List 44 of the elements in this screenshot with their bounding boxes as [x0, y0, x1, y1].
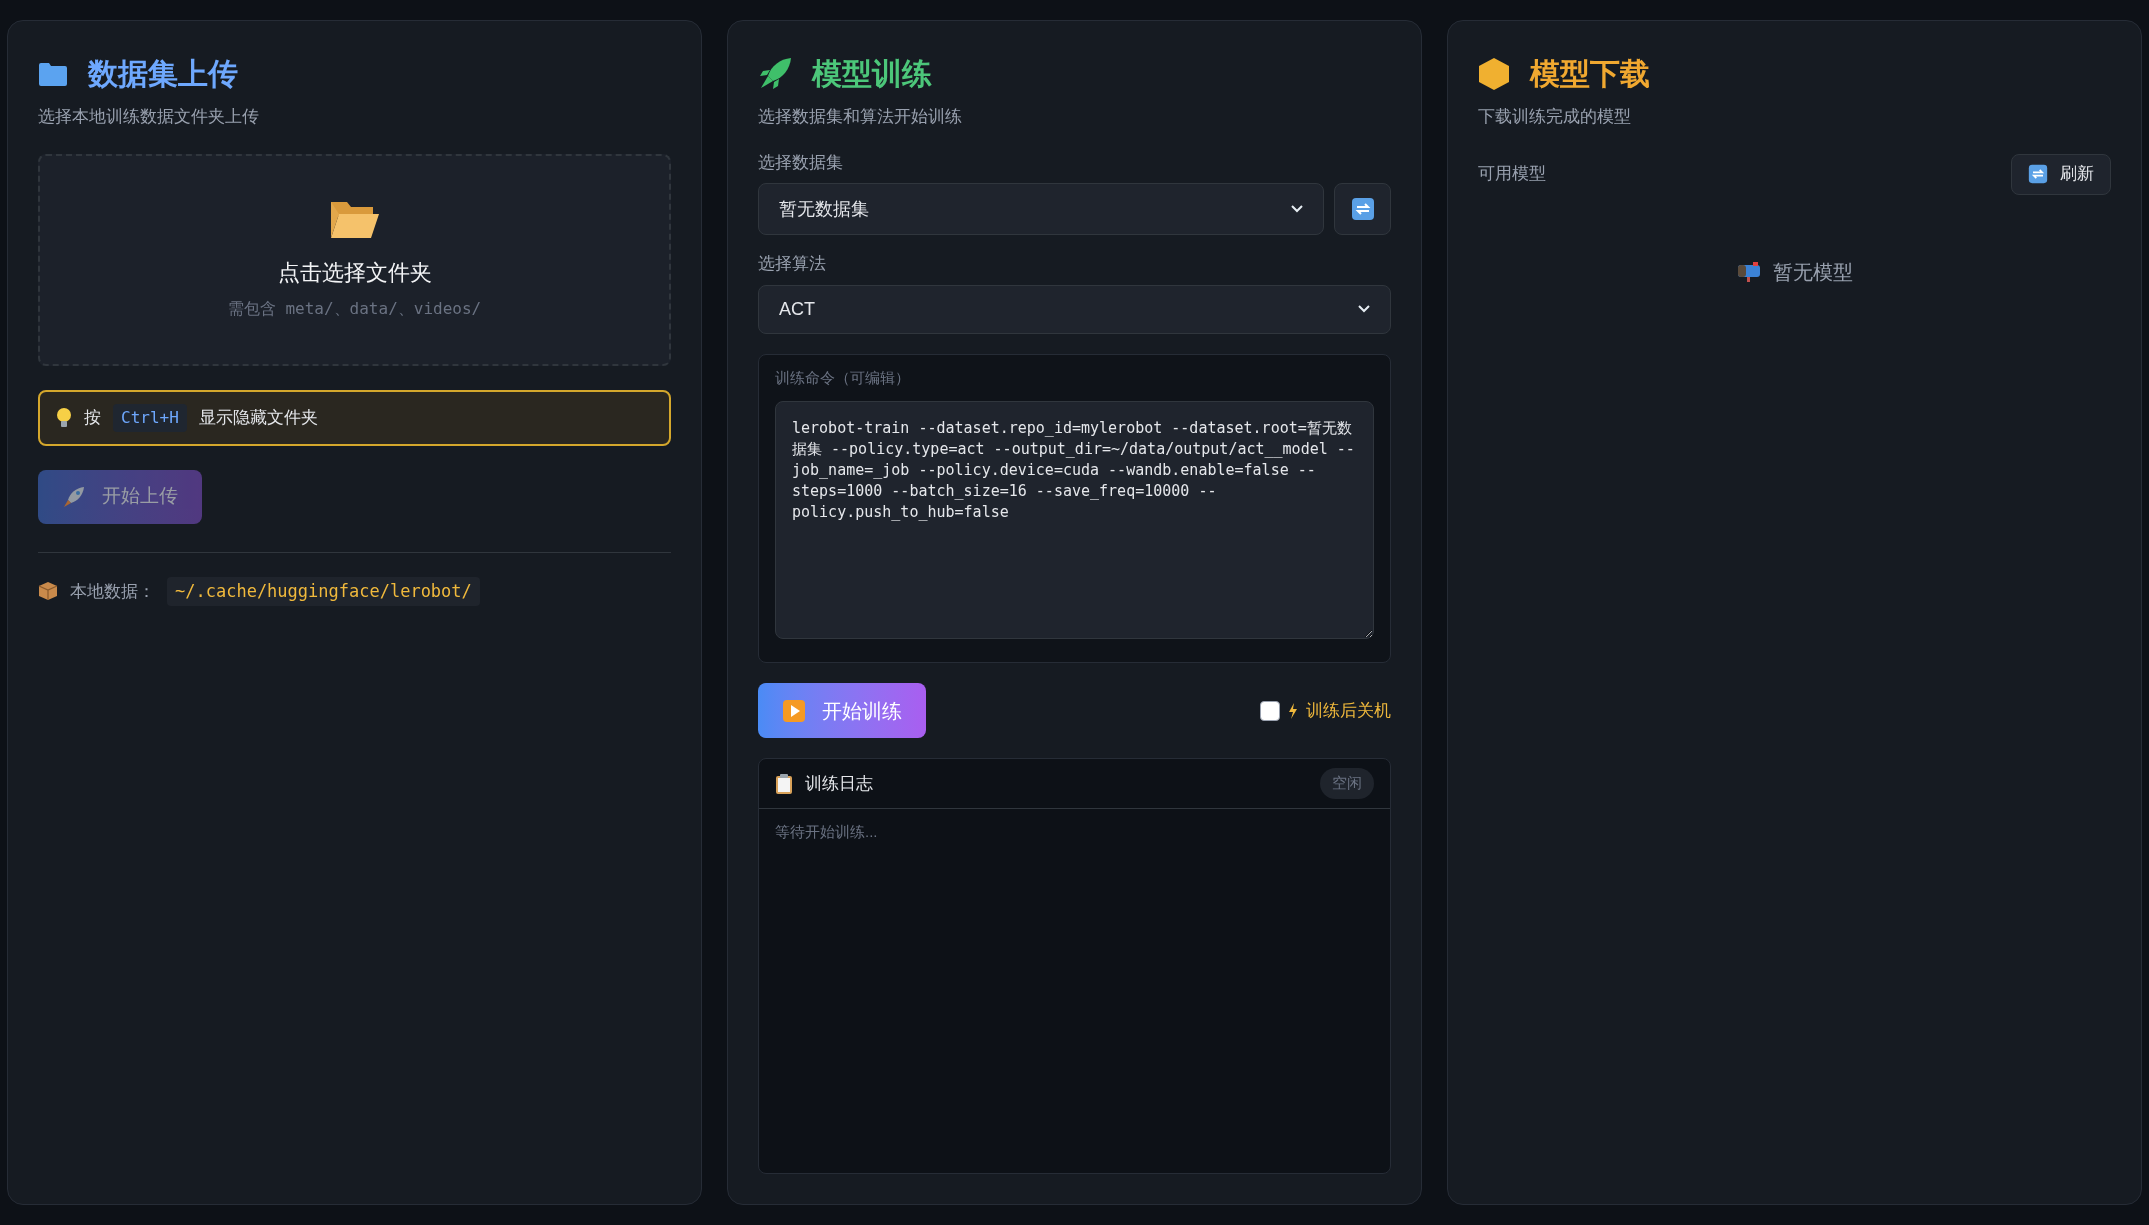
- hexagon-icon: [1478, 56, 1510, 91]
- refresh-button[interactable]: [1334, 183, 1391, 235]
- clipboard-icon: [775, 772, 793, 795]
- empty-state-text: 暂无模型: [1772, 259, 1853, 285]
- tip-text: 按: [84, 406, 101, 429]
- panel-subtitle: 选择本地训练数据文件夹上传: [38, 106, 260, 128]
- log-text: 等待开始训练...: [774, 822, 879, 842]
- shortcut-key: Ctrl+H: [113, 403, 187, 432]
- mailbox-icon: [1736, 260, 1761, 283]
- panel-subtitle: 选择数据集和算法开始训练: [758, 106, 963, 128]
- drop-zone-hint: 需包含 meta/、data/、videos/: [227, 298, 482, 320]
- command-editor[interactable]: lerobot-train --dataset.repo_id=mylerobot --dataset.root=暂无数据集 --policy.type=act --output_dir=~/data/output/act__model --job_name=_job --policy.device=cuda --wandb.enable=false --steps=1000 --batch_size=16 --save_freq=10000 --policy.push_to_hub=false: [775, 401, 1374, 639]
- panel-title: 模型训练: [812, 56, 932, 92]
- lightning-icon: [1288, 702, 1298, 719]
- chevron-down-icon: [1358, 305, 1370, 313]
- command-label: 训练命令（可编辑）: [775, 367, 911, 388]
- log-title: 训练日志: [805, 772, 873, 795]
- folder-icon: [38, 60, 68, 87]
- list-label: 可用模型: [1478, 163, 1546, 186]
- lightbulb-icon: [56, 406, 72, 429]
- rocket-icon: [758, 56, 792, 91]
- refresh-icon: [2028, 164, 2048, 184]
- checkbox[interactable]: [1260, 700, 1280, 721]
- shutdown-option[interactable]: 训练后关机: [1260, 697, 1391, 724]
- local-data-label: 本地数据：: [70, 580, 155, 603]
- tip-text: 显示隐藏文件夹: [198, 406, 318, 429]
- package-icon: [38, 581, 58, 602]
- dataset-select[interactable]: 暂无数据集: [758, 183, 1324, 235]
- local-data-path: ~/.cache/huggingface/lerobot/: [167, 576, 480, 606]
- field-label: 选择算法: [758, 253, 827, 275]
- folder-drop-zone[interactable]: 点击选择文件夹 需包含 meta/、data/、videos/: [38, 153, 671, 366]
- algorithm-select[interactable]: ACT: [758, 284, 1391, 334]
- rocket-icon: [62, 484, 86, 509]
- status-badge: 空闲: [1320, 768, 1374, 799]
- panel-title: 数据集上传: [88, 56, 238, 92]
- chevron-down-icon: [1291, 205, 1303, 213]
- field-label: 选择数据集: [758, 151, 844, 174]
- panel-subtitle: 下载训练完成的模型: [1478, 106, 1632, 128]
- play-icon: [782, 698, 806, 723]
- panel-title: 模型下载: [1530, 56, 1650, 92]
- refresh-icon: [1350, 197, 1375, 221]
- refresh-button[interactable]: 刷新: [2011, 153, 2111, 195]
- drop-zone-title: 点击选择文件夹: [277, 259, 432, 287]
- start-training-button[interactable]: 开始训练: [758, 683, 926, 738]
